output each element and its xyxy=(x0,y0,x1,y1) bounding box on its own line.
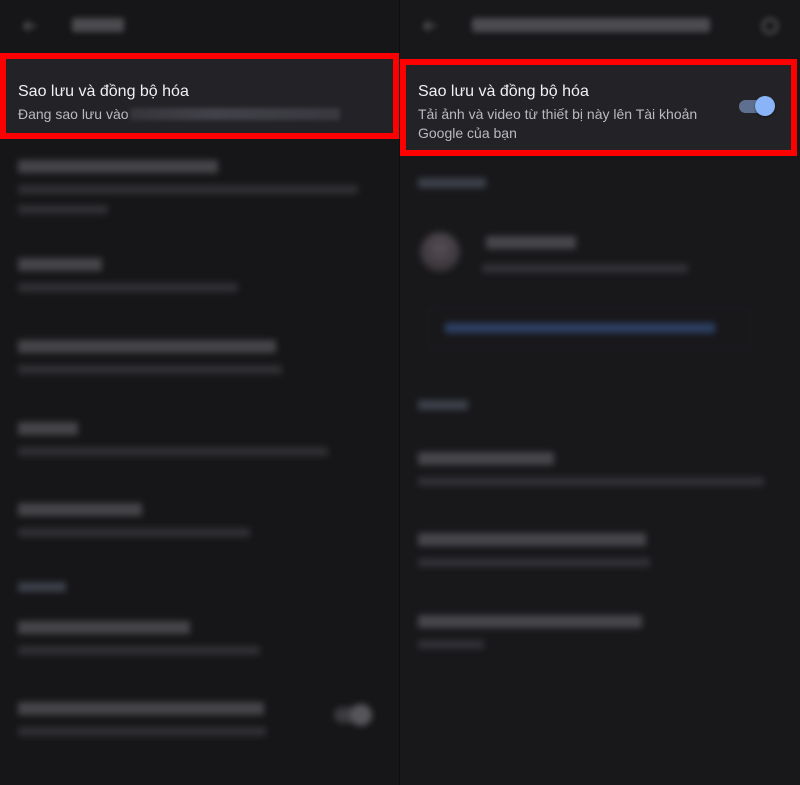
back-arrow-icon[interactable] xyxy=(18,14,42,38)
blurred-list-item[interactable] xyxy=(18,258,382,295)
backup-sync-status: Đang sao lưu vào xyxy=(18,105,340,124)
blurred-list-item[interactable] xyxy=(418,452,782,489)
toggle-thumb xyxy=(755,96,775,116)
blurred-link-button[interactable] xyxy=(428,308,750,350)
screenshot-comparison: Sao lưu và đồng bộ hóa Đang sao lưu vào … xyxy=(0,0,800,785)
blurred-section-header xyxy=(418,398,468,413)
backup-sync-card-right[interactable]: Sao lưu và đồng bộ hóa Tải ảnh và video … xyxy=(400,59,797,156)
left-app-bar xyxy=(0,0,400,52)
blurred-section-header xyxy=(418,176,486,191)
right-app-bar-title xyxy=(472,16,710,37)
right-app-bar xyxy=(400,0,800,52)
backup-sync-toggle[interactable] xyxy=(739,95,775,117)
redacted-email xyxy=(129,108,340,120)
help-icon[interactable] xyxy=(758,14,782,38)
blurred-list-item[interactable] xyxy=(18,160,382,217)
backup-status-text: Đang sao lưu vào xyxy=(18,106,129,122)
blurred-list-item[interactable] xyxy=(18,621,382,658)
backup-sync-title: Sao lưu và đồng bộ hóa xyxy=(418,83,589,100)
blurred-section-header xyxy=(18,580,66,595)
avatar xyxy=(420,232,460,272)
blurred-list-item[interactable] xyxy=(418,615,782,652)
blurred-list-item[interactable] xyxy=(18,422,382,459)
backup-sync-card-left[interactable]: Sao lưu và đồng bộ hóa Đang sao lưu vào xyxy=(0,53,399,139)
blurred-toggle[interactable] xyxy=(334,704,372,726)
blurred-account-row[interactable] xyxy=(420,232,780,278)
left-app-bar-title xyxy=(72,16,124,37)
backup-sync-title: Sao lưu và đồng bộ hóa xyxy=(18,83,189,100)
blurred-list-item[interactable] xyxy=(418,533,782,570)
back-arrow-icon[interactable] xyxy=(418,14,442,38)
blurred-list-item[interactable] xyxy=(18,702,382,739)
blurred-list-item[interactable] xyxy=(18,340,382,377)
backup-sync-description: Tải ảnh và video từ thiết bị này lên Tài… xyxy=(418,106,698,141)
blurred-list-item[interactable] xyxy=(18,503,382,540)
